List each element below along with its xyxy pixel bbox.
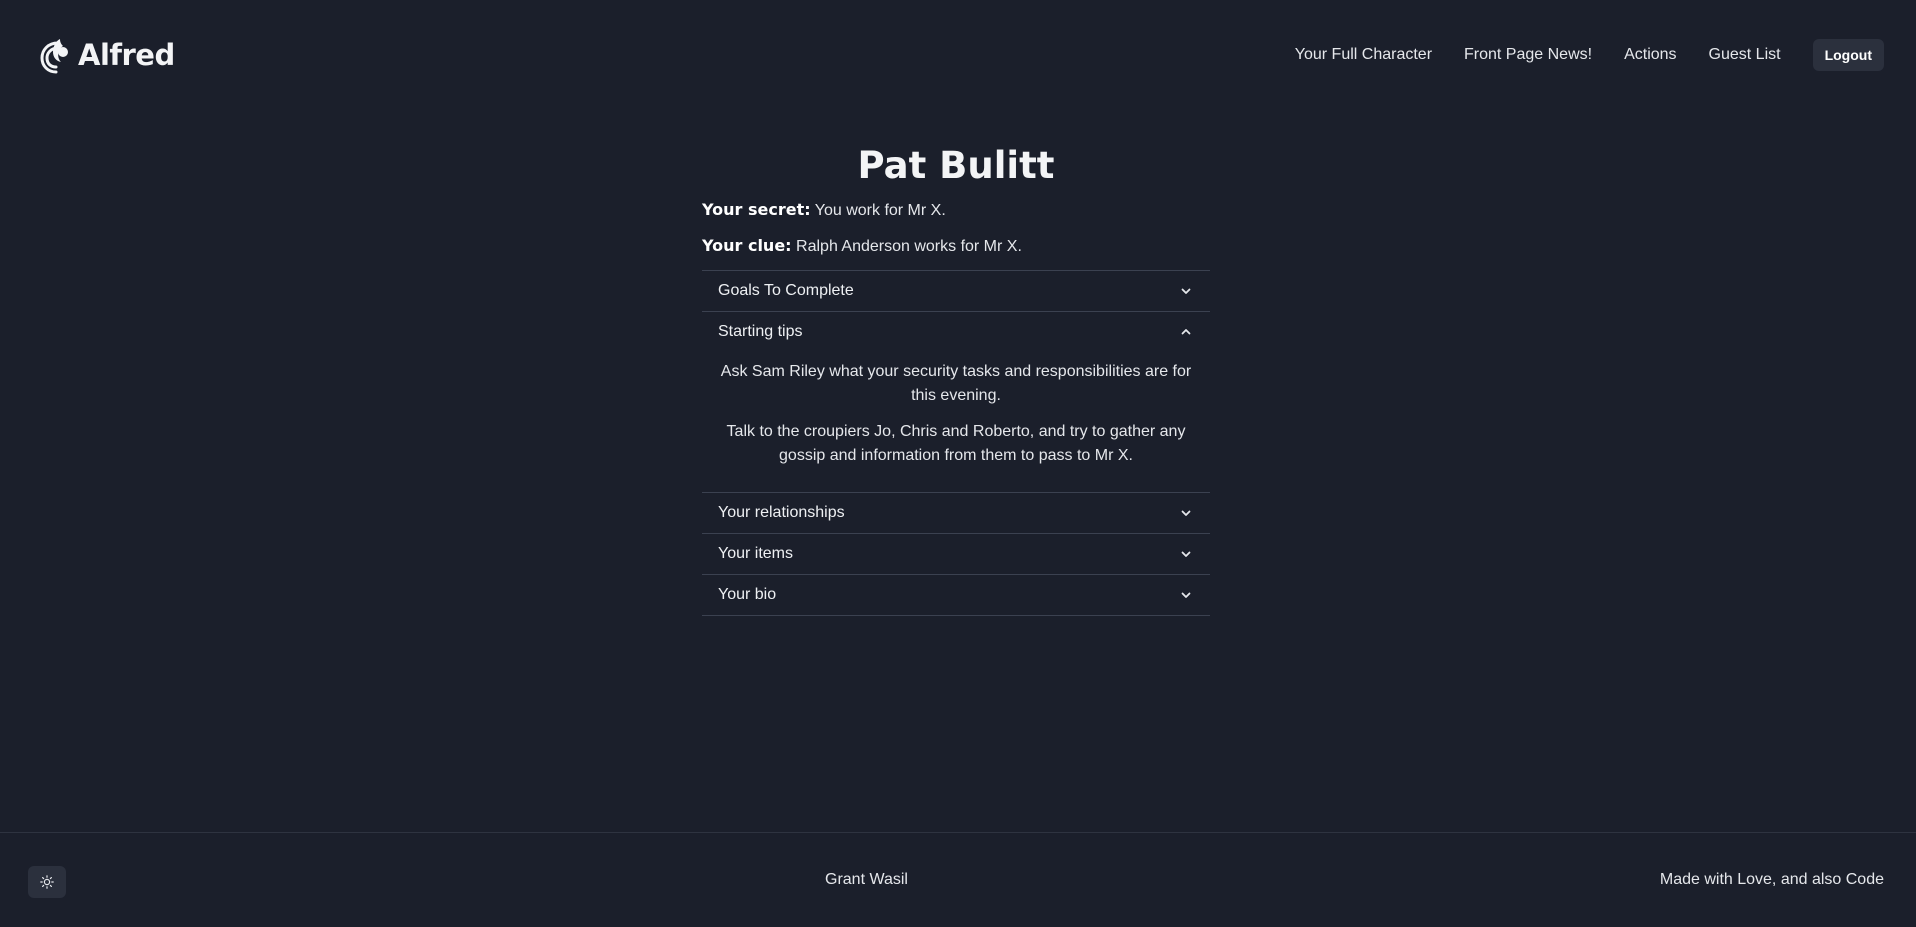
footer-tagline: Made with Love, and also Code <box>1659 871 1884 888</box>
nav-front-page-news[interactable]: Front Page News! <box>1464 46 1592 64</box>
character-accordion: Goals To Complete Starting tips Ask Sam … <box>702 270 1210 616</box>
clue-text: Ralph Anderson works for Mr X. <box>796 238 1022 255</box>
accordion-header-starting-tips[interactable]: Starting tips <box>702 312 1210 352</box>
sun-icon <box>40 875 54 889</box>
brand-link[interactable]: Alfred <box>36 35 175 75</box>
main-nav: Your Full Character Front Page News! Act… <box>1263 39 1884 71</box>
page: Alfred Your Full Character Front Page Ne… <box>0 0 1916 927</box>
brand-name: Alfred <box>78 38 175 72</box>
accordion-title: Your bio <box>718 586 777 603</box>
clue-line: Your clue: Ralph Anderson works for Mr X… <box>702 234 1210 259</box>
secret-line: Your secret: You work for Mr X. <box>702 198 1210 223</box>
character-name: Pat Bulitt <box>857 144 1055 187</box>
top-navbar: Alfred Your Full Character Front Page Ne… <box>0 0 1916 110</box>
chevron-up-icon <box>1181 329 1191 335</box>
chevron-down-icon <box>1181 510 1191 516</box>
secret-label: Your secret: <box>702 200 811 219</box>
accordion-body-starting-tips: Ask Sam Riley what your security tasks a… <box>702 352 1210 492</box>
logout-button[interactable]: Logout <box>1812 39 1884 71</box>
theme-toggle-button[interactable] <box>28 866 66 898</box>
nav-guest-list[interactable]: Guest List <box>1709 46 1781 64</box>
accordion-bio: Your bio <box>702 574 1210 615</box>
nav-actions[interactable]: Actions <box>1624 46 1676 64</box>
accordion-title: Your relationships <box>718 504 845 521</box>
nav-full-character[interactable]: Your Full Character <box>1295 46 1432 64</box>
accordion-header-bio[interactable]: Your bio <box>702 575 1210 615</box>
accordion-header-relationships[interactable]: Your relationships <box>702 493 1210 533</box>
accordion-title: Goals To Complete <box>718 282 854 299</box>
footer-author: Grant Wasil <box>825 871 908 888</box>
accordion-title: Starting tips <box>718 323 803 340</box>
tip-paragraph: Ask Sam Riley what your security tasks a… <box>720 363 1192 404</box>
chevron-down-icon <box>1181 288 1191 294</box>
chevron-down-icon <box>1181 551 1191 557</box>
accordion-items: Your items <box>702 533 1210 574</box>
footer: Grant Wasil Made with Love, and also Cod… <box>0 832 1916 927</box>
character-panel: Pat Bulitt Your secret: You work for Mr … <box>702 140 1210 616</box>
alfred-logo-icon <box>40 39 68 74</box>
clue-label: Your clue: <box>702 236 792 255</box>
accordion-goals: Goals To Complete <box>702 270 1210 311</box>
accordion-relationships: Your relationships <box>702 492 1210 533</box>
chevron-down-icon <box>1181 592 1191 598</box>
tip-paragraph: Talk to the croupiers Jo, Chris and Robe… <box>726 423 1186 464</box>
accordion-header-goals[interactable]: Goals To Complete <box>702 271 1210 311</box>
secret-text: You work for Mr X. <box>814 202 946 219</box>
accordion-starting-tips: Starting tips Ask Sam Riley what your se… <box>702 311 1210 492</box>
accordion-title: Your items <box>718 545 793 562</box>
accordion-header-items[interactable]: Your items <box>702 534 1210 574</box>
